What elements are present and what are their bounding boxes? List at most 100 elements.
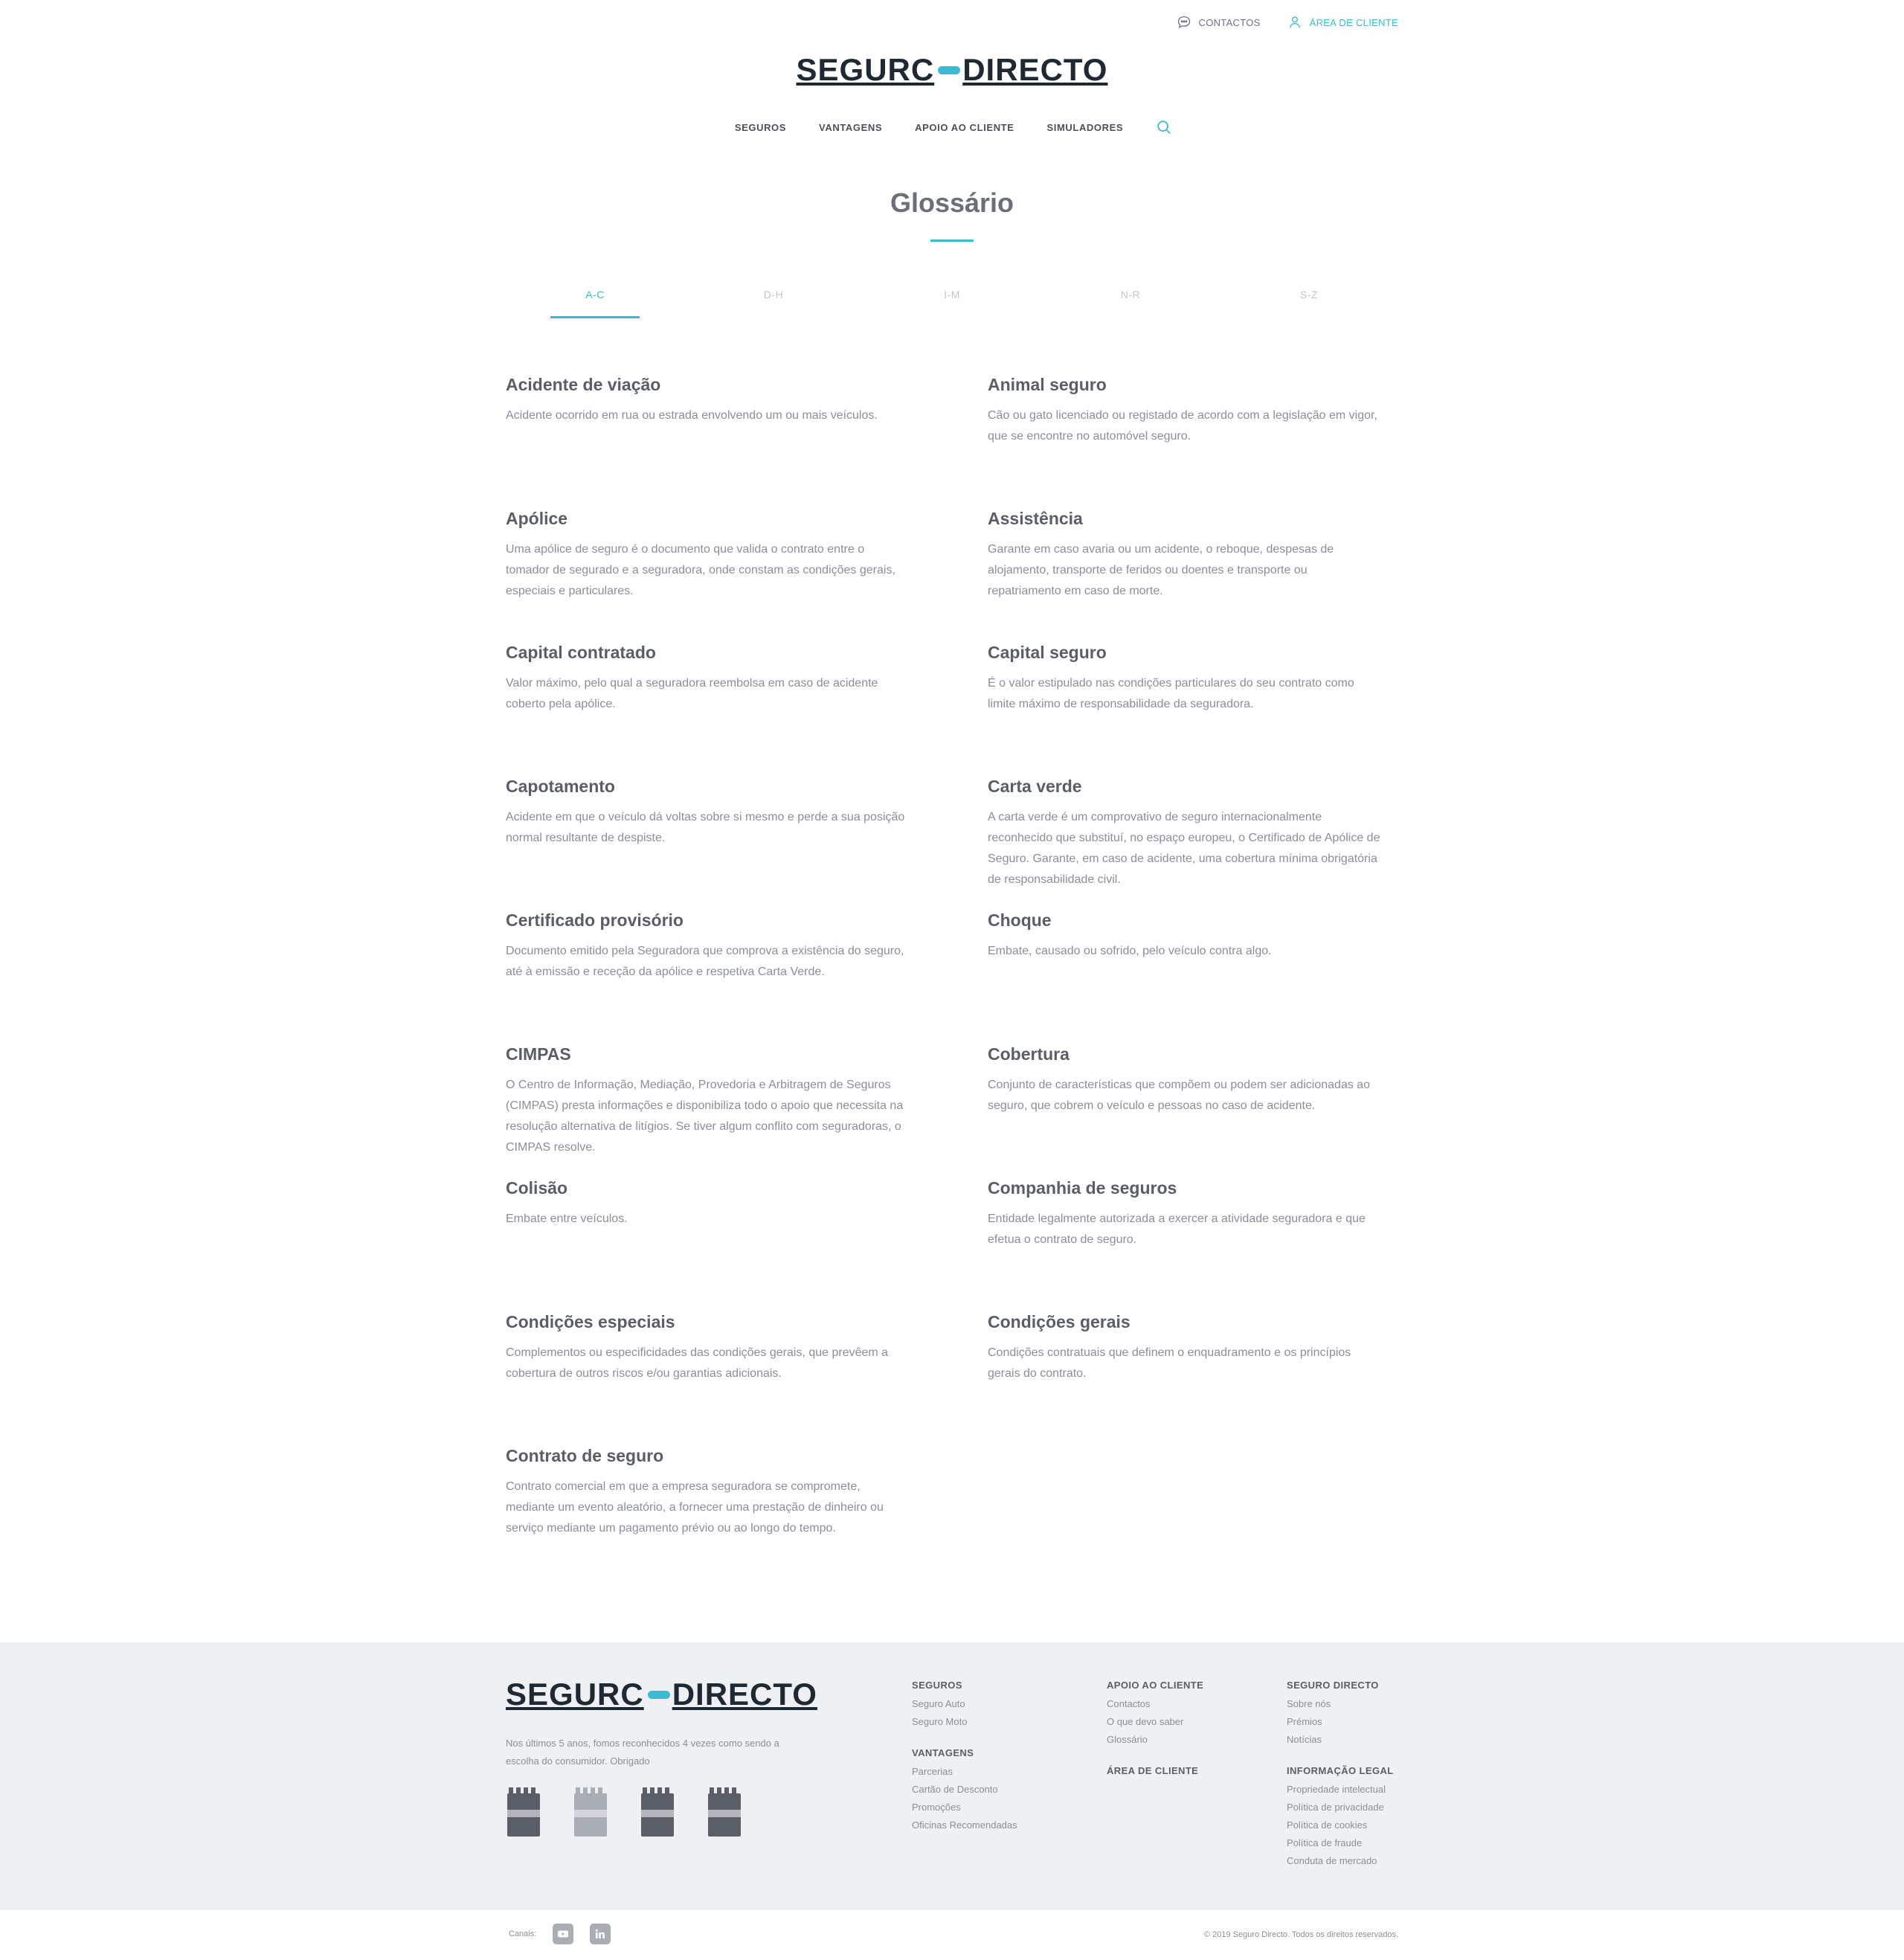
term-title: Condições gerais: [988, 1312, 1130, 1331]
glossary-entry: Assistência Garante em caso avaria ou um …: [988, 509, 1398, 643]
footer-link[interactable]: Política de cookies: [1287, 1816, 1394, 1834]
logo-dash: [938, 65, 961, 74]
term-title: Choque: [988, 910, 1052, 930]
glossary-entry: Carta verde A carta verde é um comprovati…: [988, 777, 1398, 910]
social-channels: Canais:: [509, 1924, 611, 1944]
footer-link[interactable]: O que devo saber: [1107, 1713, 1203, 1731]
search-icon: [1157, 121, 1171, 134]
footer-group: VANTAGENS Parcerias Cartão de Desconto P…: [912, 1747, 1017, 1834]
term-title: Capital seguro: [988, 643, 1107, 662]
footer-link[interactable]: Política de privacidade: [1287, 1799, 1394, 1816]
term-definition: É o valor estipulado nas condições parti…: [988, 677, 1354, 710]
footer-link[interactable]: Notícias: [1287, 1731, 1394, 1749]
footer-link[interactable]: Sobre nós: [1287, 1695, 1394, 1713]
glossary-entry: Cobertura Conjunto de características que…: [988, 1044, 1398, 1178]
page-title: Glossário: [890, 187, 1014, 218]
glossary-entry: Colisão Embate entre veículos.: [506, 1178, 988, 1312]
term-title: Companhia de seguros: [988, 1178, 1177, 1198]
footer-link[interactable]: Política de fraude: [1287, 1834, 1394, 1852]
term-title: Contrato de seguro: [506, 1446, 664, 1465]
footer-heading: INFORMAÇÃO LEGAL: [1287, 1765, 1394, 1776]
glossary-entry: Condições gerais Condições contratuais qu…: [988, 1312, 1398, 1446]
footer-logo-wrap: SEGURC DIRECTO: [506, 1677, 817, 1712]
footer-link[interactable]: Propriedade intelectual: [1287, 1781, 1394, 1799]
contacts-label: CONTACTOS: [1198, 16, 1261, 28]
youtube-link[interactable]: [553, 1924, 574, 1944]
copyright-text: © 2019 Seguro Directo. Todos os direitos…: [1203, 1930, 1398, 1939]
site-logo[interactable]: SEGURC DIRECTO: [797, 52, 1108, 88]
footer-column-seguros: SEGUROS Seguro Auto Seguro Moto VANTAGEN…: [912, 1680, 1017, 1834]
footer-column-seguro-directo: SEGURO DIRECTO Sobre nós Prémios Notícia…: [1287, 1680, 1394, 1870]
tab-s-z[interactable]: S-Z: [1220, 280, 1398, 318]
term-definition: O Centro de Informação, Mediação, Proved…: [506, 1079, 904, 1154]
term-title: CIMPAS: [506, 1044, 571, 1064]
logo-text-right: DIRECTO: [962, 52, 1108, 87]
term-title: Cobertura: [988, 1044, 1070, 1064]
glossary-entry: Companhia de seguros Entidade legalmente …: [988, 1178, 1398, 1312]
chat-bubble-icon: [1177, 16, 1190, 28]
footer-link[interactable]: Parcerias: [912, 1763, 1017, 1781]
client-area-label: ÁREA DE CLIENTE: [1309, 16, 1398, 28]
glossary-entry: Choque Embate, causado ou sofrido, pelo v…: [988, 910, 1398, 1044]
term-title: Acidente de viação: [506, 375, 661, 394]
tab-d-h[interactable]: D-H: [684, 280, 863, 318]
nav-item-vantagens[interactable]: VANTAGENS: [816, 122, 882, 133]
term-definition: Entidade legalmente autorizada a exercer…: [988, 1212, 1366, 1246]
footer-link[interactable]: Seguro Auto: [912, 1695, 1017, 1713]
contacts-link[interactable]: CONTACTOS: [1177, 15, 1261, 30]
award-badges: [506, 1787, 742, 1838]
footer-link[interactable]: Contactos: [1107, 1695, 1203, 1713]
glossary-entry: CIMPAS O Centro de Informação, Mediação, …: [506, 1044, 988, 1178]
footer-logo[interactable]: SEGURC DIRECTO: [506, 1677, 817, 1712]
term-definition: Embate, causado ou sofrido, pelo veículo…: [988, 945, 1272, 957]
glossary-entry: Acidente de viação Acidente ocorrido em r…: [506, 375, 988, 509]
top-utility-bar: CONTACTOS ÁREA DE CLIENTE: [1177, 15, 1399, 30]
term-definition: Contrato comercial em que a empresa segu…: [506, 1480, 884, 1535]
footer-group: ÁREA DE CLIENTE: [1107, 1765, 1203, 1776]
term-title: Apólice: [506, 509, 568, 528]
nav-item-apoio-ao-cliente[interactable]: APOIO AO CLIENTE: [912, 122, 1014, 133]
footer-link[interactable]: Glossário: [1107, 1731, 1203, 1749]
glossary-entry: Certificado provisório Documento emitido …: [506, 910, 988, 1044]
tab-n-r[interactable]: N-R: [1041, 280, 1220, 318]
footer-link[interactable]: Cartão de Desconto: [912, 1781, 1017, 1799]
footer-link[interactable]: Seguro Moto: [912, 1713, 1017, 1731]
search-button[interactable]: [1153, 119, 1172, 135]
glossary-list: Acidente de viação Acidente ocorrido em r…: [506, 375, 1398, 1580]
youtube-icon: [558, 1930, 569, 1938]
award-badge-icon: [640, 1787, 675, 1838]
term-definition: Garante em caso avaria ou um acidente, o…: [988, 543, 1334, 597]
term-title: Condições especiais: [506, 1312, 675, 1331]
tab-i-m[interactable]: I-M: [863, 280, 1041, 318]
glossary-entry: Capital seguro É o valor estipulado nas c…: [988, 643, 1398, 777]
logo-text-left: SEGURC: [796, 52, 935, 87]
client-area-link[interactable]: ÁREA DE CLIENTE: [1287, 15, 1398, 30]
term-title: Capital contratado: [506, 643, 656, 662]
footer-tagline: Nos últimos 5 anos, fomos reconhecidos 4…: [506, 1738, 779, 1767]
term-definition: Complementos ou especificidades das cond…: [506, 1346, 889, 1380]
footer-column-apoio: APOIO AO CLIENTE Contactos O que devo sa…: [1107, 1680, 1203, 1781]
term-definition: Documento emitido pela Seguradora que co…: [506, 945, 904, 978]
footer-link[interactable]: Prémios: [1287, 1713, 1394, 1731]
term-title: Animal seguro: [988, 375, 1107, 394]
term-title: Carta verde: [988, 777, 1082, 796]
term-definition: Embate entre veículos.: [506, 1212, 628, 1225]
term-definition: Uma apólice de seguro é o documento que …: [506, 543, 895, 597]
footer-link[interactable]: Oficinas Recomendadas: [912, 1816, 1017, 1834]
linkedin-link[interactable]: [590, 1924, 611, 1944]
glossary-entry: Condições especiais Complementos ou espec…: [506, 1312, 988, 1446]
nav-item-simuladores[interactable]: SIMULADORES: [1044, 122, 1124, 133]
footer-group: SEGUROS Seguro Auto Seguro Moto: [912, 1680, 1017, 1731]
award-badge-icon: [573, 1787, 608, 1838]
footer-group: INFORMAÇÃO LEGAL Propriedade intelectual…: [1287, 1765, 1394, 1870]
tab-a-c[interactable]: A-C: [506, 280, 684, 318]
footer-link[interactable]: Promoções: [912, 1799, 1017, 1816]
linkedin-icon: [596, 1929, 605, 1938]
footer-heading: SEGUROS: [912, 1680, 962, 1691]
footer-heading-client-area[interactable]: ÁREA DE CLIENTE: [1107, 1765, 1203, 1776]
nav-item-seguros[interactable]: SEGUROS: [732, 122, 786, 133]
glossary-entry: Apólice Uma apólice de seguro é o documen…: [506, 509, 988, 643]
footer-link[interactable]: Conduta de mercado: [1287, 1852, 1394, 1870]
glossary-entry: Capotamento Acidente em que o veículo dá …: [506, 777, 988, 910]
footer-heading: VANTAGENS: [912, 1747, 974, 1758]
